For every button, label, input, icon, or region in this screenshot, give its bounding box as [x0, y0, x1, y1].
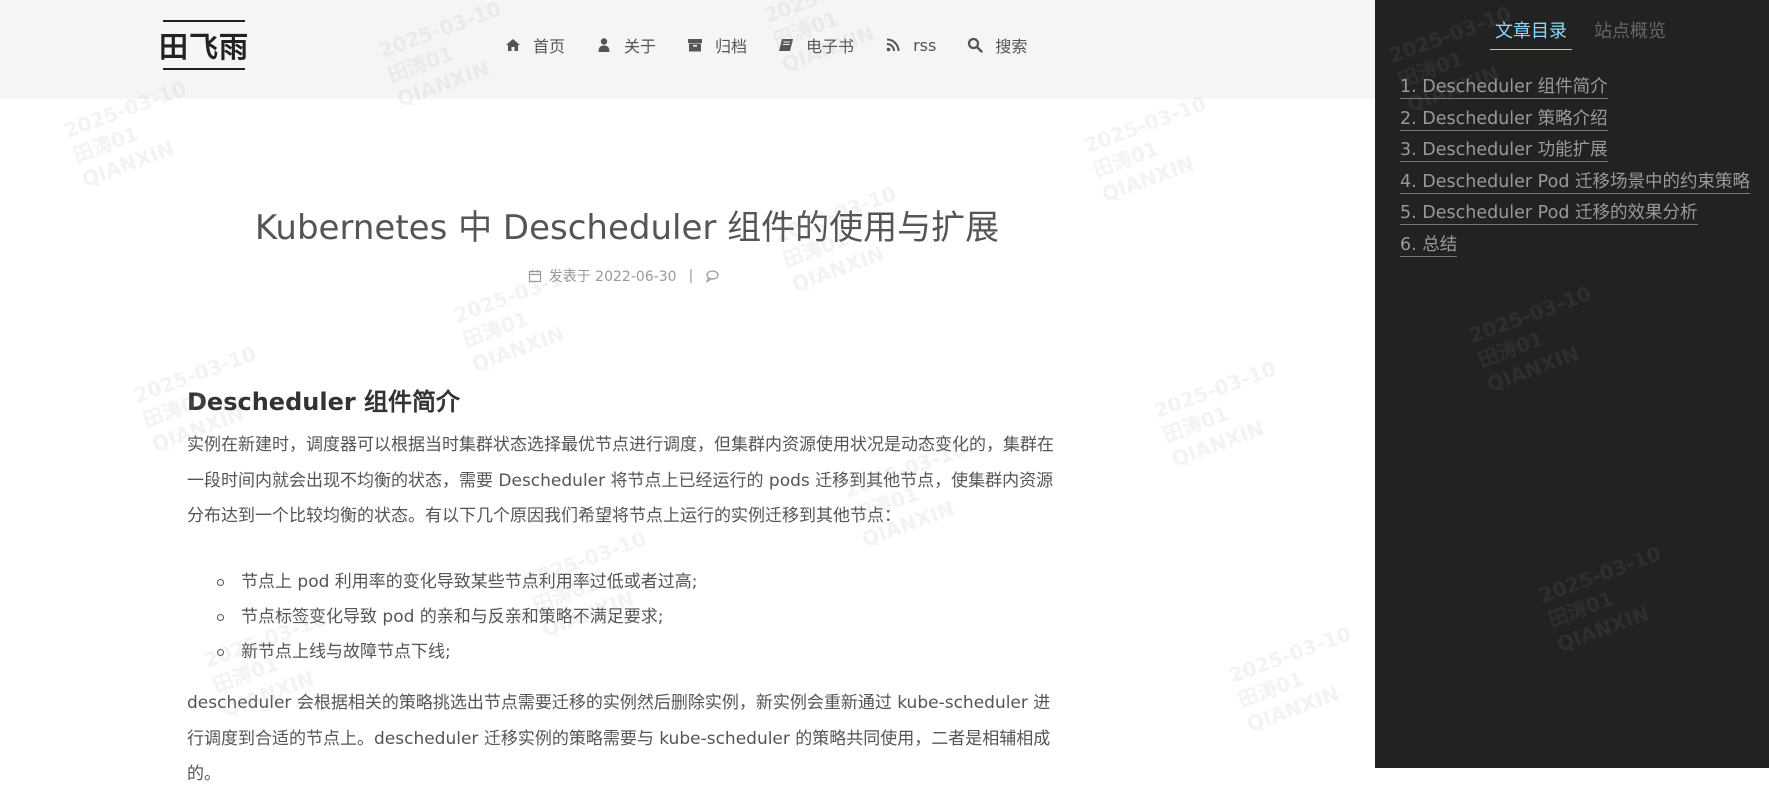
- toc-link[interactable]: 6. 总结: [1400, 234, 1458, 257]
- book-icon: [778, 37, 794, 53]
- nav-item-label: 归档: [715, 37, 748, 56]
- nav-item-label: 首页: [533, 37, 566, 56]
- post-meta: 发表于 2022-06-30 |: [187, 266, 1067, 286]
- nav-item-ebook[interactable]: 电子书: [778, 33, 854, 57]
- list-item: 新节点上线与故障节点下线;: [187, 635, 698, 670]
- toc-link[interactable]: 2. Descheduler 策略介绍: [1400, 108, 1608, 131]
- nav-item-label: rss: [913, 35, 937, 55]
- toc-item: 6. 总结: [1400, 230, 1750, 262]
- list-item: 节点上 pod 利用率的变化导致某些节点利用率过低或者过高;: [187, 565, 698, 600]
- toc-link[interactable]: 1. Descheduler 组件简介: [1400, 77, 1608, 99]
- toc-link[interactable]: 5. Descheduler Pod 迁移的效果分析: [1400, 203, 1698, 225]
- nav-item-label: 电子书: [806, 37, 855, 56]
- publish-date: 发表于 2022-06-30: [548, 269, 677, 285]
- tab-toc[interactable]: 文章目录: [1490, 15, 1572, 50]
- second-paragraph: descheduler 会根据相关的策略挑选出节点需要迁移的实例然后删除实例，新…: [187, 693, 1051, 784]
- toc-item: 4. Descheduler Pod 迁移场景中的约束策略: [1400, 167, 1750, 199]
- archive-icon: [687, 37, 703, 53]
- intro-paragraph: 实例在新建时，调度器可以根据当时集群状态选择最优节点进行调度，但集群内资源使用状…: [187, 435, 1054, 526]
- site-header: 田飞雨 首页 关于 归档 电子书 rss 搜索: [0, 0, 1375, 99]
- nav-item-label: 关于: [624, 37, 657, 56]
- toc-link[interactable]: 4. Descheduler Pod 迁移场景中的约束策略: [1400, 171, 1750, 194]
- toc-item: 1. Descheduler 组件简介: [1400, 72, 1750, 104]
- meta-divider: |: [688, 268, 694, 284]
- watermark: 2025-03-10 田涛01 QIANXIN: [1080, 91, 1210, 207]
- watermark: 2025-03-10 田涛01 QIANXIN: [1535, 541, 1665, 657]
- toc-item: 3. Descheduler 功能扩展: [1400, 135, 1750, 167]
- watermark: 2025-03-10 田涛01 QIANXIN: [1465, 281, 1595, 397]
- main-nav: 首页 关于 归档 电子书 rss 搜索: [505, 30, 1058, 60]
- nav-item-rss[interactable]: rss: [885, 36, 936, 55]
- bullet-circle-icon: [217, 649, 224, 656]
- table-of-contents: 1. Descheduler 组件简介 2. Descheduler 策略介绍 …: [1400, 72, 1750, 261]
- bullet-list: 节点上 pod 利用率的变化导致某些节点利用率过低或者过高; 节点标签变化导致 …: [187, 565, 698, 670]
- user-icon: [596, 37, 612, 53]
- calendar-icon: [528, 269, 542, 283]
- nav-item-about[interactable]: 关于: [596, 33, 656, 57]
- rss-icon: [885, 37, 901, 53]
- tab-overview[interactable]: 站点概览: [1589, 15, 1671, 50]
- sidebar-tabs: 文章目录 站点概览: [1490, 15, 1688, 50]
- home-icon: [505, 37, 521, 53]
- bullet-circle-icon: [217, 614, 224, 621]
- bullet-circle-icon: [217, 579, 224, 586]
- section-title: Descheduler 组件简介: [187, 388, 461, 416]
- comment-icon[interactable]: [705, 269, 719, 284]
- list-item: 节点标签变化导致 pod 的亲和与反亲和策略不满足要求;: [187, 600, 698, 635]
- search-icon: [967, 37, 984, 53]
- watermark: 2025-03-10 田涛01 QIANXIN: [1225, 621, 1355, 737]
- sidebar: 2025-03-10 田涛01 QIANXIN 2025-03-10 田涛01 …: [1375, 0, 1769, 768]
- nav-item-archive[interactable]: 归档: [687, 33, 747, 57]
- logo-text: 田飞雨: [159, 30, 250, 64]
- toc-item: 2. Descheduler 策略介绍: [1400, 104, 1750, 136]
- nav-item-search[interactable]: 搜索: [967, 33, 1027, 57]
- nav-item-home[interactable]: 首页: [505, 33, 565, 57]
- post-title: Kubernetes 中 Descheduler 组件的使用与扩展: [254, 208, 1000, 248]
- toc-item: 5. Descheduler Pod 迁移的效果分析: [1400, 198, 1750, 230]
- watermark: 2025-03-10 田涛01 QIANXIN: [1150, 356, 1280, 472]
- toc-link[interactable]: 3. Descheduler 功能扩展: [1400, 140, 1608, 162]
- nav-item-label: 搜索: [995, 37, 1028, 56]
- site-logo[interactable]: 田飞雨: [159, 20, 248, 70]
